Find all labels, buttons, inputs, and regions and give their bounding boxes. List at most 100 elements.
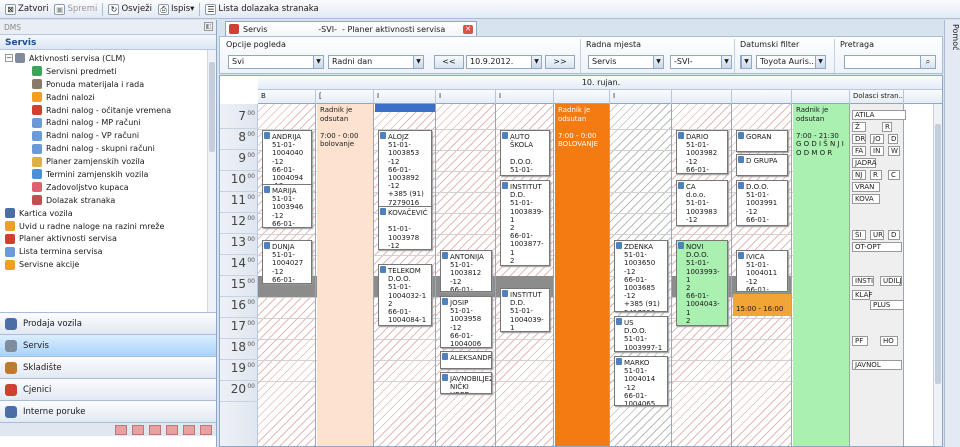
visitor-item[interactable]: ŠI	[852, 230, 866, 240]
tree-item[interactable]: Ponuda materijala i rada	[0, 78, 216, 91]
visitor-item[interactable]: IN	[870, 146, 884, 156]
chevron-down-icon[interactable]: ▾	[190, 4, 194, 14]
module-shortcut-icon[interactable]	[183, 424, 195, 435]
chevron-down-icon[interactable]: ▼	[653, 56, 663, 68]
search-button[interactable]: ⌕	[920, 55, 936, 69]
module-shortcut-icon[interactable]	[132, 424, 144, 435]
tree-item[interactable]: − Aktivnosti servisa (CLM)	[0, 52, 216, 65]
visitor-item[interactable]: KLAF	[852, 290, 872, 300]
search-input[interactable]	[844, 55, 922, 69]
module-shortcut-icon[interactable]	[166, 424, 178, 435]
appointment-card[interactable]: INSTITUT D.D. 51-01-1004039-1 2	[500, 288, 550, 332]
tree-item[interactable]: Kartica vozila	[0, 207, 216, 220]
absence-block[interactable]: Radnik je odsutan 7:00 - 0:00 bolovanje	[317, 104, 373, 446]
column-header[interactable]: I	[610, 90, 672, 104]
toolbar-button-refresh[interactable]: ↻ Osvježi	[105, 1, 155, 18]
pin-icon[interactable]: ◧	[204, 22, 213, 31]
chevron-down-icon[interactable]: ▼	[741, 56, 751, 68]
absence-block[interactable]: Radnik je odsutan 7:00 - 0:00 BOLOVANJE	[555, 104, 609, 446]
visitor-item[interactable]: D	[888, 134, 898, 144]
appointment-card[interactable]: CA d.o.o. 51-01-1003983 -12 66-01-100403…	[676, 180, 728, 226]
column-header[interactable]: B	[258, 90, 316, 104]
appointment-card[interactable]: GORAN	[736, 130, 788, 152]
visitor-item[interactable]: D	[888, 230, 900, 240]
tree-item[interactable]: Servisni predmeti	[0, 65, 216, 78]
view-options-select[interactable]: Svi ▼	[228, 55, 324, 69]
toolbar-button-save[interactable]: ▣ Spremi	[51, 1, 100, 18]
tree-item[interactable]: Lista termina servisa	[0, 245, 216, 258]
visitor-item[interactable]: PF	[852, 336, 868, 346]
chevron-down-icon[interactable]: ▼	[313, 56, 323, 68]
chevron-down-icon[interactable]: ▼	[531, 56, 541, 68]
column-header[interactable]	[554, 90, 610, 104]
module-button[interactable]: Skladište	[0, 356, 216, 378]
toolbar-button-list[interactable]: ☰ Lista dolazaka stranaka	[202, 1, 321, 18]
tree-item[interactable]: Radni nalozi	[0, 91, 216, 104]
appointment-card[interactable]: ALOJZ 51-01-1003853 -12 66-01-1003892 -1…	[378, 130, 432, 208]
absence-block[interactable]: 15:00 - 16:00	[733, 294, 791, 316]
date-picker[interactable]: 10.9.2012. ▼	[466, 55, 542, 69]
appointment-card[interactable]: IVICA 51-01-1004011 -12 66-01-1004062	[736, 250, 788, 292]
resource-column[interactable]: ATILA Ž R DR JO D FA IN W JADRA NJ R C VRAN KOVA ŠI UR D O…	[850, 104, 906, 446]
module-button[interactable]: Servis	[0, 334, 216, 356]
visitor-item[interactable]: OT-OPT	[852, 242, 902, 252]
tree-item[interactable]: Dolazak stranaka	[0, 194, 216, 207]
tree-item[interactable]: Radni nalog - MP računi	[0, 116, 216, 129]
close-tab-icon[interactable]: ✕	[463, 24, 473, 34]
tree-item[interactable]: Zadovoljstvo kupaca	[0, 181, 216, 194]
column-header[interactable]	[672, 90, 732, 104]
absence-block[interactable]: Radnik je odsutan 7:00 - 21:30 G O D I Š…	[793, 104, 849, 446]
appointment-card[interactable]: MARIJA 51-01-1003946 -12 66-01-1003992	[262, 184, 312, 228]
tree-item[interactable]: Servisne akcije	[0, 258, 216, 271]
appointment-card[interactable]: JAVNOBILJEŽ NIČKI URED	[440, 372, 492, 394]
visitor-item[interactable]: C	[888, 170, 900, 180]
visitor-item[interactable]: R	[870, 170, 882, 180]
appointment-card[interactable]: ANDRIJA 51-01-1004040 -12 66-01-1004094 …	[262, 130, 312, 186]
visitor-item[interactable]: NJ	[852, 170, 866, 180]
module-shortcut-icon[interactable]	[115, 424, 127, 435]
column-header[interactable]	[792, 90, 850, 104]
module-button[interactable]: Cjenici	[0, 378, 216, 400]
visitor-item[interactable]: VRAN	[852, 182, 880, 192]
appointment-card[interactable]: ANTONIJA 51-01-1003812 -12 66-01-1003849	[440, 250, 492, 292]
prev-day-button[interactable]: <<	[434, 55, 464, 69]
appointment-card[interactable]: JOSIP 51-01-1003958 -12 66-01-1004006 -1…	[440, 296, 492, 348]
date-filter-select[interactable]: ▼	[740, 55, 752, 69]
visitor-item[interactable]: JADRA	[852, 158, 877, 168]
visitor-item[interactable]: DR	[852, 134, 866, 144]
tree-item[interactable]: Radni nalog - očitanje vremena	[0, 104, 216, 117]
chevron-down-icon[interactable]: ▼	[815, 56, 825, 68]
toolbar-button-print[interactable]: ⎙ Ispis ▾	[155, 1, 197, 18]
appointment-card[interactable]: AUTO ŠKOLA D.O.O. 51-01-1003671 -12 66-0…	[500, 130, 550, 176]
module-shortcut-icon[interactable]	[200, 424, 212, 435]
visitor-item[interactable]: FA	[852, 146, 866, 156]
chevron-down-icon[interactable]: ▼	[413, 56, 423, 68]
appointment-card[interactable]: NOVI D.O.O. 51-01-1003993-1 2 66-01-1004…	[676, 240, 728, 326]
visitor-item[interactable]: W	[888, 146, 900, 156]
day-type-select[interactable]: Radni dan ▼	[328, 55, 424, 69]
appointment-card[interactable]: INSTITUT D.D. 51-01-1003839-1 2 66-01-10…	[500, 180, 550, 266]
column-header[interactable]: [	[316, 90, 374, 104]
module-shortcut-icon[interactable]	[149, 424, 161, 435]
module-button[interactable]: Prodaja vozila	[0, 312, 216, 334]
tree-item[interactable]: Uvid u radne naloge na razini mreže	[0, 220, 216, 233]
visitor-item[interactable]: R	[882, 122, 892, 132]
appointment-card[interactable]: KOVAČEVIĆ 51-01-1003978 -12 66-01-100402…	[378, 206, 432, 250]
appointment-card[interactable]: MARKO 51-01-1004014 -12 66-01-1004065 -1…	[614, 356, 668, 406]
visitor-item[interactable]: ATILA	[852, 110, 906, 120]
column-header[interactable]: I	[374, 90, 436, 104]
visitor-item[interactable]: UDILJ	[880, 276, 902, 286]
visitor-item[interactable]: KOVA	[852, 194, 880, 204]
tree-scrollbar[interactable]	[207, 50, 216, 312]
tree-item[interactable]: Termini zamjenskih vozila	[0, 168, 216, 181]
appointment-card[interactable]: US D.O.O. 51-01-1003997-1 2	[614, 316, 668, 352]
calendar-scrollbar[interactable]	[933, 104, 942, 446]
visitor-item[interactable]: JO	[870, 134, 884, 144]
date-filter-input[interactable]: Toyota Auris... ▼	[756, 55, 826, 69]
column-header[interactable]: Dolasci stran...	[850, 90, 904, 104]
module-button[interactable]: Interne poruke	[0, 400, 216, 422]
visitor-item[interactable]: INSTI	[852, 276, 874, 286]
toolbar-button-close-door[interactable]: ⊠ Zatvori	[2, 1, 51, 18]
appointment-card[interactable]: D GRUPA	[736, 154, 788, 176]
appointment-card[interactable]: TELEKOM D.O.O. 51-01-1004032-1 2 66-01-1…	[378, 264, 432, 326]
